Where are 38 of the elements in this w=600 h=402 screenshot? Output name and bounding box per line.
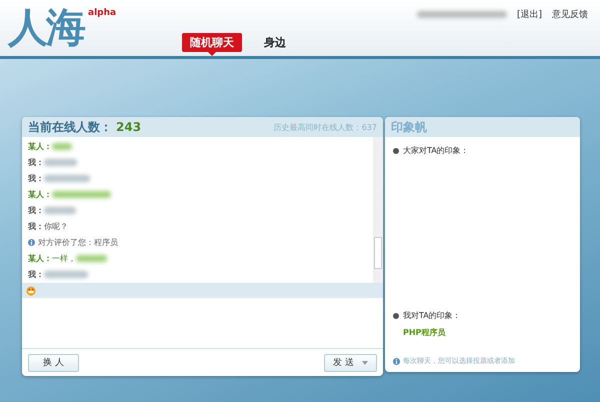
blurred-message — [44, 175, 90, 182]
info-icon — [28, 239, 35, 246]
message-text: 一样， — [52, 253, 76, 264]
message-sender: 某人： — [28, 253, 52, 264]
message-sender: 我： — [28, 205, 44, 216]
section-label: 大家对TA的印象： — [393, 145, 572, 156]
blurred-message — [44, 271, 88, 278]
notice-text: 对方评价了您：程序员 — [38, 237, 118, 248]
header-link[interactable]: [退出] — [516, 8, 542, 21]
message-sender: 我： — [28, 157, 44, 168]
blurred-message — [76, 255, 107, 262]
scrollbar[interactable] — [373, 137, 383, 283]
switch-button[interactable]: 换 人 — [28, 354, 79, 372]
section-label: 我对TA的印象： — [393, 310, 572, 321]
impression-tag: PHP程序员 — [403, 327, 572, 338]
message-sender: 我： — [28, 269, 44, 280]
message-text: 你呢？ — [44, 221, 68, 232]
header-link[interactable]: 意见反馈 — [552, 8, 588, 21]
panel-title: 印象帆 — [391, 118, 427, 136]
message-sender: 某人： — [28, 141, 52, 152]
blurred-message — [44, 207, 76, 214]
online-count: 243 — [116, 120, 142, 134]
info-icon — [393, 358, 400, 364]
nav-tab[interactable]: 身边 — [256, 33, 294, 52]
alpha-label: alpha — [88, 8, 116, 18]
blurred-message — [44, 159, 77, 166]
caret-icon[interactable] — [362, 360, 368, 364]
logo-text: 人海 — [8, 4, 84, 52]
message-sender: 我： — [28, 221, 44, 232]
blurred-message — [52, 191, 111, 198]
message-input[interactable] — [22, 298, 383, 349]
blurred-message — [52, 143, 72, 150]
record-text: 历史最高同时在线人数：637 — [274, 122, 377, 132]
smiley-icon[interactable] — [26, 286, 36, 296]
message-sender: 我： — [28, 173, 44, 184]
message-sender: 某人： — [28, 189, 52, 200]
panel-title: 当前在线人数： — [28, 118, 112, 136]
send-button[interactable]: 发 送 — [324, 354, 377, 372]
